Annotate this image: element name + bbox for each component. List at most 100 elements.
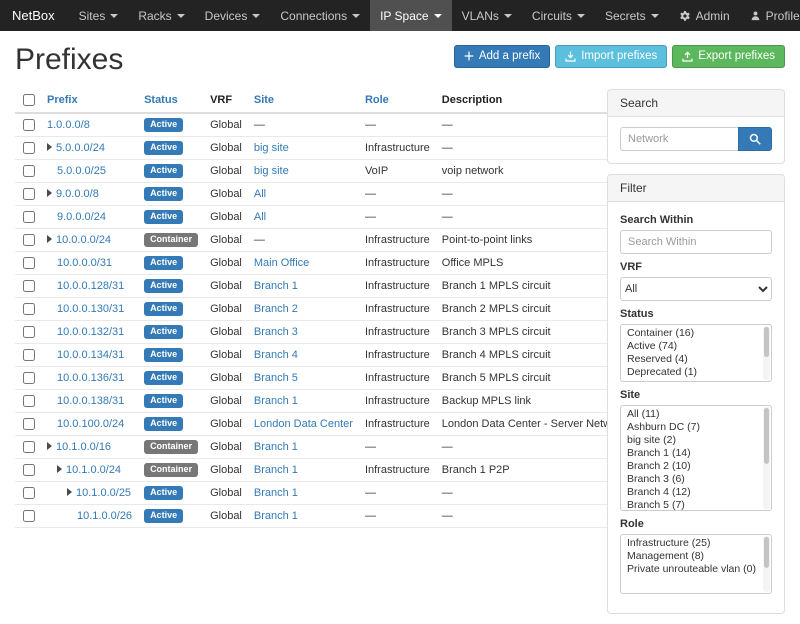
scrollbar-thumb[interactable] [764,537,769,568]
navbar-brand[interactable]: NetBox [0,0,69,31]
row-checkbox[interactable] [23,142,35,154]
add-a-prefix-button[interactable]: Add a prefix [454,45,550,68]
site-link[interactable]: big site [254,142,289,154]
expand-icon[interactable] [47,189,52,197]
row-checkbox[interactable] [23,418,35,430]
nav-item-secrets[interactable]: Secrets [595,0,669,31]
search-button[interactable] [738,127,772,151]
site-link[interactable]: Branch 1 [254,280,298,292]
prefix-link[interactable]: 10.0.100.0/24 [57,418,124,430]
row-checkbox[interactable] [23,257,35,269]
import-prefixes-button[interactable]: Import prefixes [555,45,667,68]
row-checkbox[interactable] [23,211,35,223]
row-checkbox[interactable] [23,464,35,476]
column-header-prefix[interactable]: Prefix [41,89,138,113]
column-header-site[interactable]: Site [248,89,359,113]
listbox-option[interactable]: Branch 3 (6) [621,473,771,486]
prefix-link[interactable]: 5.0.0.0/24 [56,142,105,154]
site-link[interactable]: Branch 1 [254,487,298,499]
row-checkbox[interactable] [23,487,35,499]
site-link[interactable]: Branch 1 [254,510,298,522]
nav-item-devices[interactable]: Devices [195,0,271,31]
row-checkbox[interactable] [23,349,35,361]
listbox-option[interactable]: big site (2) [621,434,771,447]
prefix-link[interactable]: 10.0.0.128/31 [57,280,124,292]
search-input[interactable] [620,127,738,151]
row-checkbox[interactable] [23,372,35,384]
listbox-option[interactable]: Branch 5 (7) [621,499,771,511]
search-within-input[interactable] [620,230,772,254]
prefix-link[interactable]: 5.0.0.0/25 [57,165,106,177]
site-link[interactable]: Main Office [254,257,309,269]
nav-item-sites[interactable]: Sites [69,0,129,31]
column-header-status[interactable]: Status [138,89,204,113]
row-checkbox[interactable] [23,119,35,131]
site-listbox[interactable]: All (11)Ashburn DC (7)big site (2)Branch… [620,405,772,511]
row-checkbox[interactable] [23,234,35,246]
expand-icon[interactable] [47,143,52,151]
nav-item-racks[interactable]: Racks [128,0,194,31]
scrollbar[interactable] [763,326,770,380]
listbox-option[interactable]: Container (16) [621,327,771,340]
row-checkbox[interactable] [23,441,35,453]
listbox-option[interactable]: Private unrouteable vlan (0) [621,563,771,576]
expand-icon[interactable] [47,442,52,450]
nav-profile[interactable]: Profile [740,0,800,31]
select-all-checkbox[interactable] [23,94,35,106]
site-link[interactable]: big site [254,165,289,177]
listbox-option[interactable]: Branch 4 (12) [621,486,771,499]
expand-icon[interactable] [57,465,62,473]
listbox-option[interactable]: Reserved (4) [621,353,771,366]
listbox-option[interactable]: All (11) [621,408,771,421]
prefix-link[interactable]: 10.0.0.0/24 [56,234,111,246]
prefix-link[interactable]: 10.0.0.0/31 [57,257,112,269]
export-prefixes-button[interactable]: Export prefixes [672,45,785,68]
row-checkbox[interactable] [23,510,35,522]
nav-item-circuits[interactable]: Circuits [522,0,595,31]
prefix-link[interactable]: 10.0.0.130/31 [57,303,124,315]
listbox-option[interactable]: Active (74) [621,340,771,353]
site-link[interactable]: All [254,188,266,200]
nav-item-vlans[interactable]: VLANs [452,0,522,31]
listbox-option[interactable]: Ashburn DC (7) [621,421,771,434]
site-link[interactable]: Branch 1 [254,395,298,407]
site-link[interactable]: Branch 1 [254,441,298,453]
expand-icon[interactable] [67,488,72,496]
prefix-link[interactable]: 10.1.0.0/16 [56,441,111,453]
vrf-select[interactable]: All [620,277,772,301]
nav-item-ip-space[interactable]: IP Space [370,0,451,31]
row-checkbox[interactable] [23,395,35,407]
site-link[interactable]: Branch 2 [254,303,298,315]
status-listbox[interactable]: Container (16)Active (74)Reserved (4)Dep… [620,324,772,382]
scrollbar-thumb[interactable] [764,408,769,464]
site-link[interactable]: Branch 4 [254,349,298,361]
prefix-link[interactable]: 1.0.0.0/8 [47,119,90,131]
prefix-link[interactable]: 10.0.0.136/31 [57,372,124,384]
prefix-link[interactable]: 10.1.0.0/25 [76,487,131,499]
prefix-link[interactable]: 9.0.0.0/24 [57,211,106,223]
row-checkbox[interactable] [23,165,35,177]
row-checkbox[interactable] [23,280,35,292]
scrollbar-thumb[interactable] [764,327,769,357]
role-listbox[interactable]: Infrastructure (25)Management (8)Private… [620,534,772,594]
site-link[interactable]: Branch 3 [254,326,298,338]
row-checkbox[interactable] [23,326,35,338]
listbox-option[interactable]: Branch 1 (14) [621,447,771,460]
expand-icon[interactable] [47,235,52,243]
site-link[interactable]: Branch 1 [254,464,298,476]
row-checkbox[interactable] [23,303,35,315]
prefix-link[interactable]: 10.0.0.134/31 [57,349,124,361]
listbox-option[interactable]: Deprecated (1) [621,366,771,379]
prefix-link[interactable]: 9.0.0.0/8 [56,188,99,200]
prefix-link[interactable]: 10.0.0.132/31 [57,326,124,338]
site-link[interactable]: London Data Center [254,418,353,430]
row-checkbox[interactable] [23,188,35,200]
site-link[interactable]: Branch 5 [254,372,298,384]
listbox-option[interactable]: Management (8) [621,550,771,563]
nav-admin[interactable]: Admin [669,0,740,31]
listbox-option[interactable]: Infrastructure (25) [621,537,771,550]
prefix-link[interactable]: 10.0.0.138/31 [57,395,124,407]
scrollbar[interactable] [763,407,770,509]
listbox-option[interactable]: Branch 2 (10) [621,460,771,473]
scrollbar[interactable] [763,536,770,592]
